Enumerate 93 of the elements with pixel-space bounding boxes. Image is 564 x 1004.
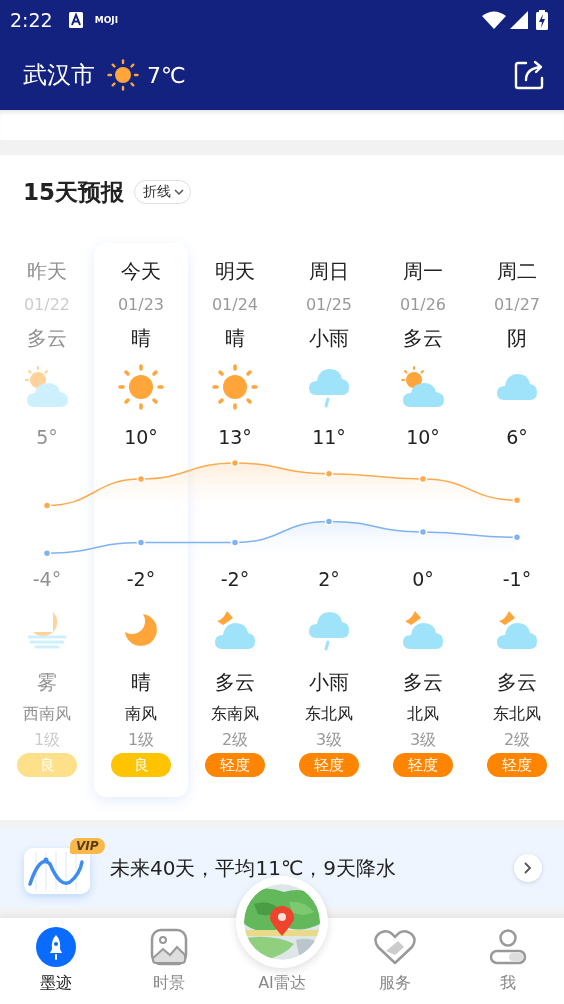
low-temperature: -2° bbox=[219, 567, 251, 592]
city-name[interactable]: 武汉市 bbox=[23, 59, 95, 91]
day-condition: 多云 bbox=[26, 324, 68, 352]
wind-level: 3级 bbox=[314, 728, 344, 751]
high-temperature: 13° bbox=[217, 425, 253, 450]
date-text: 01/24 bbox=[210, 293, 260, 316]
night-condition: 多云 bbox=[214, 668, 256, 696]
air-quality-badge: 轻度 bbox=[393, 753, 453, 777]
rocket-icon bbox=[36, 927, 77, 967]
trend-chart-icon bbox=[24, 848, 90, 894]
moon-icon bbox=[123, 612, 159, 648]
high-temperature: 10° bbox=[405, 425, 441, 450]
person-icon bbox=[488, 929, 527, 965]
status-time: 2:22 bbox=[10, 9, 53, 31]
moon-behind-cloud-icon bbox=[213, 609, 257, 651]
chart-mode-dropdown[interactable]: 折线 bbox=[134, 180, 191, 204]
night-condition: 小雨 bbox=[308, 668, 350, 696]
day-name: 今天 bbox=[120, 257, 162, 285]
wind-direction: 西南风 bbox=[22, 702, 72, 725]
day-name: 周一 bbox=[402, 257, 444, 285]
sun-behind-cloud-icon bbox=[400, 365, 446, 409]
selected-day-card[interactable]: 今天 01/23 晴 10° -2° 晴 南风 1级 良 bbox=[94, 243, 188, 797]
date-text: 01/26 bbox=[398, 293, 448, 316]
day-name: 周日 bbox=[308, 257, 350, 285]
date-text: 01/23 bbox=[116, 293, 166, 316]
low-temperature: -4° bbox=[31, 567, 63, 592]
wind-direction: 北风 bbox=[406, 702, 440, 725]
wind-direction: 南风 bbox=[124, 702, 158, 725]
air-quality-badge: 良 bbox=[111, 753, 171, 777]
night-condition: 晴 bbox=[130, 668, 152, 696]
air-quality-badge: 轻度 bbox=[487, 753, 547, 777]
current-temperature: 7℃ bbox=[147, 62, 186, 88]
high-temperature: 11° bbox=[311, 425, 347, 450]
date-text: 01/25 bbox=[304, 293, 354, 316]
moon-behind-cloud-icon bbox=[401, 609, 445, 651]
nav-tab[interactable]: 时景 bbox=[112, 918, 226, 1004]
high-temperature: 6° bbox=[505, 425, 529, 450]
nav-tab[interactable]: 我 bbox=[451, 918, 564, 1004]
wind-direction: 东北风 bbox=[304, 702, 354, 725]
sun-behind-cloud-icon bbox=[24, 365, 70, 409]
share-icon[interactable] bbox=[514, 60, 544, 90]
wind-direction: 东北风 bbox=[492, 702, 542, 725]
section-title: 15天预报 bbox=[23, 177, 124, 207]
long-range-banner[interactable]: VIP 未来40天，平均11℃，9天降水 bbox=[0, 828, 564, 908]
wind-level: 2级 bbox=[220, 728, 250, 751]
moon-fog-icon bbox=[27, 610, 67, 650]
location-pin-icon bbox=[270, 906, 294, 936]
image-icon bbox=[150, 928, 189, 966]
wind-direction: 东南风 bbox=[210, 702, 260, 725]
sun-icon bbox=[107, 59, 139, 91]
night-condition: 多云 bbox=[496, 668, 538, 696]
low-temperature: 0° bbox=[411, 567, 435, 592]
wifi-icon bbox=[482, 11, 506, 29]
app-logo: MOJI bbox=[94, 15, 118, 25]
signal-icon bbox=[510, 11, 528, 29]
sun-icon bbox=[212, 364, 258, 410]
day-name: 周二 bbox=[496, 257, 538, 285]
banner-text: 未来40天，平均11℃，9天降水 bbox=[110, 854, 397, 882]
chevron-down-icon bbox=[174, 188, 184, 196]
high-temperature: 5° bbox=[35, 425, 59, 450]
air-quality-badge: 轻度 bbox=[205, 753, 265, 777]
low-temperature: -1° bbox=[501, 567, 533, 592]
nav-tab[interactable]: 服务 bbox=[338, 918, 452, 1004]
battery-icon bbox=[536, 10, 548, 30]
chevron-right-icon bbox=[523, 861, 533, 875]
moon-behind-cloud-icon bbox=[495, 609, 539, 651]
day-name: 昨天 bbox=[26, 257, 68, 285]
air-quality-badge: 轻度 bbox=[299, 753, 359, 777]
high-temperature: 10° bbox=[123, 425, 159, 450]
radar-button[interactable] bbox=[236, 876, 328, 968]
day-condition: 小雨 bbox=[308, 324, 350, 352]
nav-tab[interactable]: 墨迹 bbox=[0, 918, 113, 1004]
day-condition: 阴 bbox=[506, 324, 528, 352]
heart-icon bbox=[373, 929, 416, 965]
low-temperature: 2° bbox=[317, 567, 341, 592]
sun-icon bbox=[118, 364, 164, 410]
day-condition: 多云 bbox=[402, 324, 444, 352]
wind-level: 3级 bbox=[408, 728, 438, 751]
wind-level: 2级 bbox=[502, 728, 532, 751]
nav-tab[interactable]: AI雷达 bbox=[258, 973, 306, 994]
night-condition: 多云 bbox=[402, 668, 444, 696]
low-temperature: -2° bbox=[125, 567, 157, 592]
day-condition: 晴 bbox=[130, 324, 152, 352]
day-name: 明天 bbox=[214, 257, 256, 285]
vip-badge: VIP bbox=[70, 838, 105, 854]
air-quality-badge: 良 bbox=[17, 753, 77, 777]
date-text: 01/27 bbox=[492, 293, 542, 316]
wind-level: 1级 bbox=[126, 728, 156, 751]
day-condition: 晴 bbox=[224, 324, 246, 352]
chevron-right-button[interactable] bbox=[514, 854, 542, 882]
app-notification-icon bbox=[68, 12, 83, 28]
night-condition: 雾 bbox=[36, 668, 58, 696]
cloud-icon bbox=[496, 372, 538, 402]
